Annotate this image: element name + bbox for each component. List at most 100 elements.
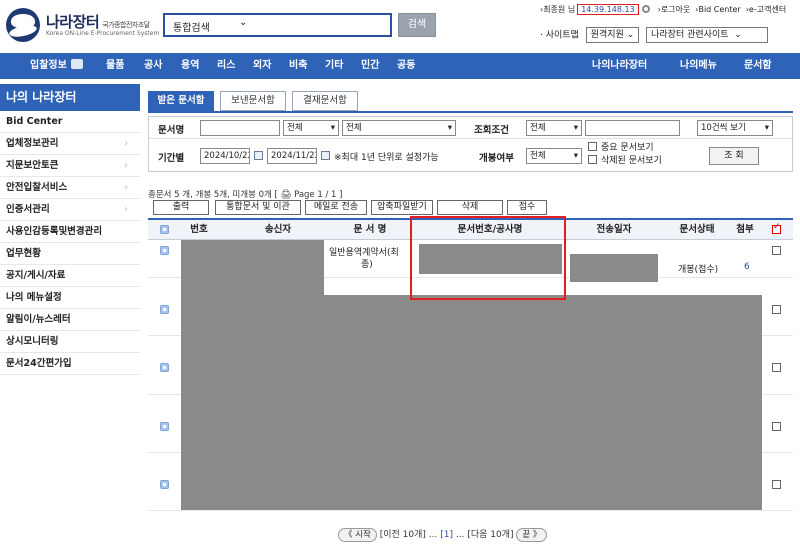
deleted-docs-label: 삭제된 문서보기 [601,156,662,166]
open-status-label: 개봉여부 [479,153,514,164]
doc-row-icon[interactable] [160,305,169,314]
sidebar-item-bid-center[interactable]: Bid Center [0,111,140,133]
nav-joint[interactable]: 공동 [397,53,415,79]
sidebar-item-fingerprint-token[interactable]: 지문보안토큰 › [0,155,140,177]
nav-etc[interactable]: 기타 [325,53,343,79]
nav-my-menu[interactable]: 나의메뉴 [680,53,717,79]
logo-english: Korea ON-Line E-Procurement System [46,30,160,37]
per-page-select[interactable]: 10건씩 보기 ▾ [697,120,773,136]
nav-service[interactable]: 용역 [181,53,199,79]
row-checkbox[interactable] [772,363,781,372]
search-button[interactable]: 검색 [398,13,436,37]
sidebar-item-seal-registration[interactable]: 사용인감등록및변경관리 [0,221,140,243]
tab-approval[interactable]: 결재문서함 [292,91,358,111]
main-content: 받은 문서함 보낸문서함 결재문서함 문서명 전체 ▾ 전체 ▾ 조회조건 전체 ▾ … [148,79,793,550]
bid-center-link[interactable]: ›Bid Center [695,5,740,14]
chevron-down-icon: ▾ [330,123,335,133]
nav-document-box[interactable]: 문서함 [744,53,772,79]
date-to-input[interactable]: 2024/11/22 [267,148,317,164]
sidebar-item-menu-settings[interactable]: 나의 메뉴설정 [0,287,140,309]
sidebar: 나의 나라장터 Bid Center 업체정보관리 › 지문보안토큰 › 안전입찰서… [0,79,140,550]
related-sites-select[interactable]: 나라장터 관련사이트 ⌄ [646,27,769,43]
nav-goods[interactable]: 물품 [106,53,124,79]
nav-construction[interactable]: 공사 [144,53,162,79]
pager-end-button[interactable]: 끝 》 [516,528,548,542]
pager-prev[interactable]: [이전 10개] [380,530,426,540]
tab-received[interactable]: 받은 문서함 [148,91,214,111]
calendar-icon[interactable] [321,151,330,160]
nav-my-narajangter[interactable]: 나의나라장터 [592,53,647,79]
pager-start-button[interactable]: 《 시작 [338,528,377,542]
email-send-button[interactable]: 메일로 전송 [305,200,367,215]
pager-ellipsis: ... [428,530,438,540]
query-cond-input[interactable] [585,120,680,136]
tab-sent[interactable]: 보낸문서함 [220,91,286,111]
doc-name-select-1[interactable]: 전체 ▾ [283,120,339,136]
accept-button[interactable]: 접수 [507,200,547,215]
row-checkbox[interactable] [772,480,781,489]
thumb-icon [70,59,83,69]
download-zip-button[interactable]: 압축파일받기 [371,200,433,215]
query-button[interactable]: 조 회 [709,147,759,165]
pagination: 《 시작 [이전 10개] ... [1] ... [다음 10개] 끝 》 [338,527,548,542]
row-checkbox[interactable] [772,305,781,314]
doc-row-icon[interactable] [160,363,169,372]
open-status-select[interactable]: 전체 ▾ [526,148,582,164]
delete-button[interactable]: 삭제 [437,200,503,215]
redacted-rows-2-5 [324,295,762,510]
sidebar-item-newsletter[interactable]: 알림이/뉴스레터 [0,309,140,331]
calendar-icon[interactable] [254,151,263,160]
doc-row-icon[interactable] [160,480,169,489]
doc-name-input[interactable] [200,120,280,136]
logo[interactable]: 나라장터 국가종합전자조달 Korea ON-Line E-Procurement… [6,8,166,44]
gear-icon[interactable] [641,5,650,13]
nav-private[interactable]: 민간 [361,53,379,79]
pager-current[interactable]: [1] [440,530,453,540]
pager-next[interactable]: [다음 10개] [467,530,513,540]
nav-stockpile[interactable]: 비축 [289,53,307,79]
integrate-transfer-button[interactable]: 통합문서 및 이관 [215,200,301,215]
redacted-number-sender [181,240,324,510]
doc-row-icon[interactable] [160,246,169,255]
doc-name-select-2[interactable]: 전체 ▾ [342,120,456,136]
chevron-right-icon: › [124,204,128,215]
nav-foreign[interactable]: 외자 [253,53,271,79]
row-checkbox[interactable] [772,246,781,255]
query-cond-select[interactable]: 전체 ▾ [526,120,582,136]
print-button[interactable]: 출력 [153,200,209,215]
nav-lease[interactable]: 리스 [217,53,235,79]
select-all-checkbox[interactable] [772,222,781,234]
customer-center-link[interactable]: ›e-고객센터 [746,5,786,14]
col-sent-date: 전송일자 [596,224,632,235]
logout-link[interactable]: ›로그아웃 [658,5,691,14]
deleted-docs-checkbox[interactable] [588,155,597,164]
search-scope-select[interactable]: 통합검색 [173,19,210,34]
select-all-icon[interactable] [160,225,169,234]
remote-support-select[interactable]: 원격지원 ⌄ [585,27,640,43]
site-map-link[interactable]: · 사이트맵 [540,31,579,41]
chevron-down-icon: ▾ [447,123,452,133]
row-checkbox[interactable] [772,422,781,431]
important-docs-label: 중요 문서보기 [601,143,654,153]
sidebar-item-safe-bid[interactable]: 안전입찰서비스 › [0,177,140,199]
col-status: 문서상태 [679,224,715,235]
important-docs-checkbox[interactable] [588,142,597,151]
period-label: 기간별 [158,153,185,164]
document-table: 번호 송신자 문 서 명 문서번호/공사명 전송일자 문서상태 첨부 ✓ 일반용… [148,216,793,511]
doc-row-icon[interactable] [160,422,169,431]
sidebar-item-certificate[interactable]: 인증서관리 › [0,199,140,221]
user-greeting: ›최종원 님 [540,5,576,14]
chevron-right-icon: › [124,182,128,193]
sidebar-title: 나의 나라장터 [0,84,140,111]
date-from-input[interactable]: 2024/10/22 [200,148,250,164]
sidebar-item-doc24-signup[interactable]: 문서24간편가입 [0,353,140,375]
sidebar-item-notice[interactable]: 공지/게시/자료 [0,265,140,287]
sidebar-item-monitoring[interactable]: 상시모니터링 [0,331,140,353]
document-summary: 총문서 5 개, 개봉 5개, 미개봉 0개 [ 🖨 Page 1 / 1 ] [148,190,343,200]
sidebar-item-company-info[interactable]: 업체정보관리 › [0,133,140,155]
row1-attach-count[interactable]: 6 [744,262,750,272]
logo-emblem-icon [6,8,40,42]
nav-bid-info[interactable]: 입찰정보 [30,53,83,79]
search-input[interactable]: 통합검색 ⌄ [163,13,392,37]
sidebar-item-work-status[interactable]: 업무현황 [0,243,140,265]
